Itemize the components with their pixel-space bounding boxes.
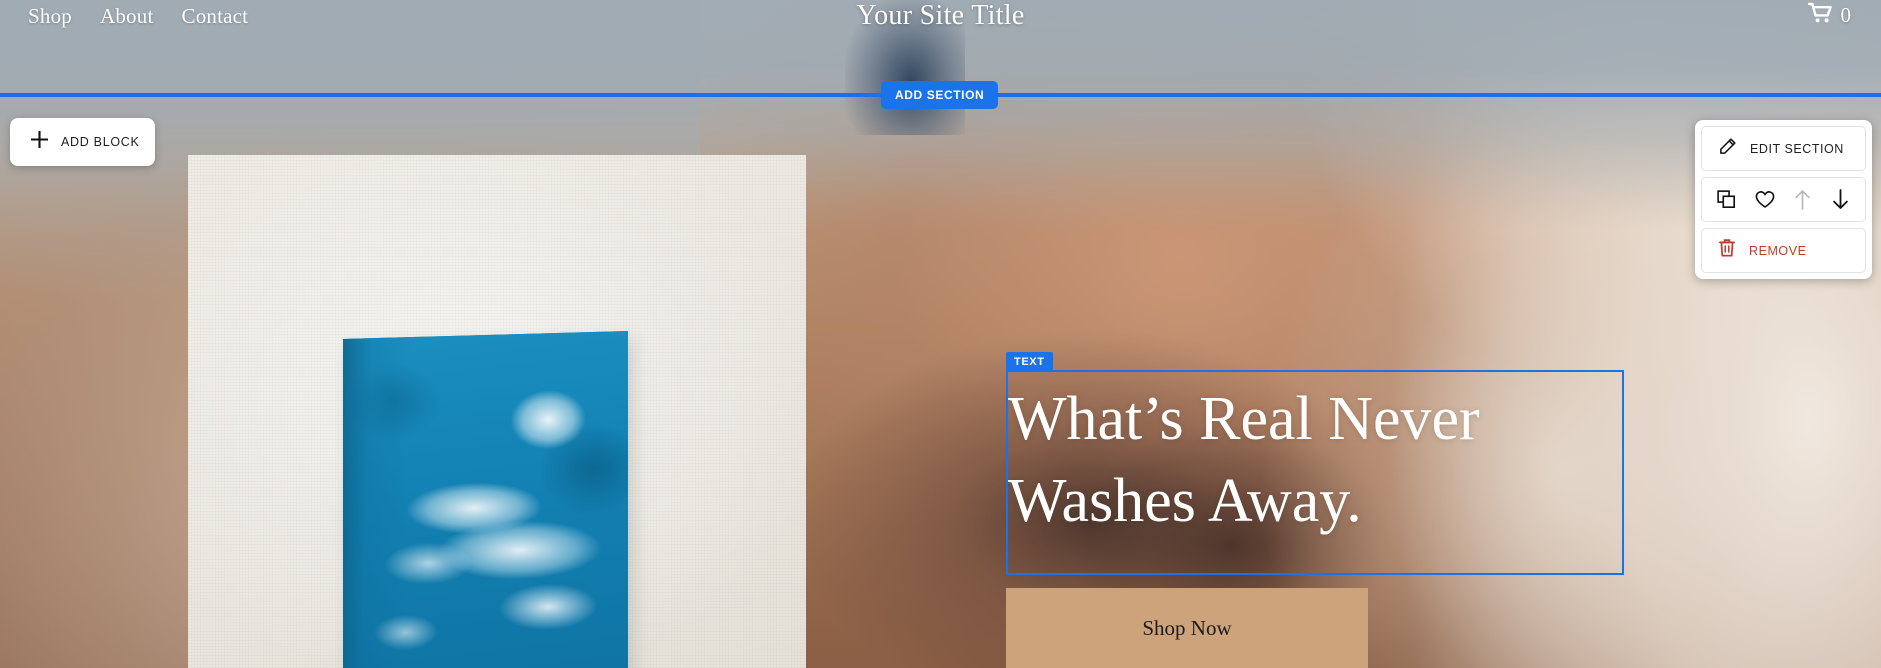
pencil-icon xyxy=(1718,137,1737,161)
nav-link-about[interactable]: About xyxy=(100,4,154,29)
favorite-heart-icon[interactable] xyxy=(1750,185,1780,215)
nav-link-contact[interactable]: Contact xyxy=(181,4,248,29)
section-actions-row xyxy=(1701,177,1866,222)
site-header: Shop About Contact Your Site Title 0 xyxy=(0,0,1881,32)
text-block-badge[interactable]: TEXT xyxy=(1006,352,1053,372)
section-toolbar-panel: EDIT SECTION REMOVE xyxy=(1695,120,1872,279)
section-actions xyxy=(1702,178,1865,221)
editor-canvas: Shop Now What’s Real Never Washes Away. … xyxy=(0,0,1881,668)
hero-headline[interactable]: What’s Real Never Washes Away. xyxy=(1008,372,1628,542)
shopping-cart-icon xyxy=(1807,2,1834,29)
trash-icon xyxy=(1718,238,1736,263)
move-up-arrow-icon xyxy=(1787,185,1817,215)
remove-section-row: REMOVE xyxy=(1701,228,1866,273)
tie-dye-scarf-image xyxy=(343,331,628,668)
plus-icon xyxy=(30,130,49,154)
cart-button[interactable]: 0 xyxy=(1807,2,1852,29)
remove-section-button[interactable]: REMOVE xyxy=(1702,229,1865,272)
shop-now-button[interactable]: Shop Now xyxy=(1006,588,1368,668)
site-title[interactable]: Your Site Title xyxy=(856,0,1024,32)
add-block-label: ADD BLOCK xyxy=(61,135,140,149)
cart-item-count: 0 xyxy=(1840,3,1852,27)
product-image-block[interactable] xyxy=(188,155,806,668)
edit-section-label: EDIT SECTION xyxy=(1750,141,1844,156)
move-down-arrow-icon[interactable] xyxy=(1825,185,1855,215)
edit-section-button[interactable]: EDIT SECTION xyxy=(1702,127,1865,170)
remove-section-label: REMOVE xyxy=(1749,243,1807,258)
duplicate-icon[interactable] xyxy=(1712,185,1742,215)
nav-link-shop[interactable]: Shop xyxy=(28,4,72,29)
add-block-button[interactable]: ADD BLOCK xyxy=(10,118,155,166)
edit-section-row: EDIT SECTION xyxy=(1701,126,1866,171)
add-section-button[interactable]: ADD SECTION xyxy=(881,81,999,109)
primary-nav: Shop About Contact xyxy=(28,4,248,29)
